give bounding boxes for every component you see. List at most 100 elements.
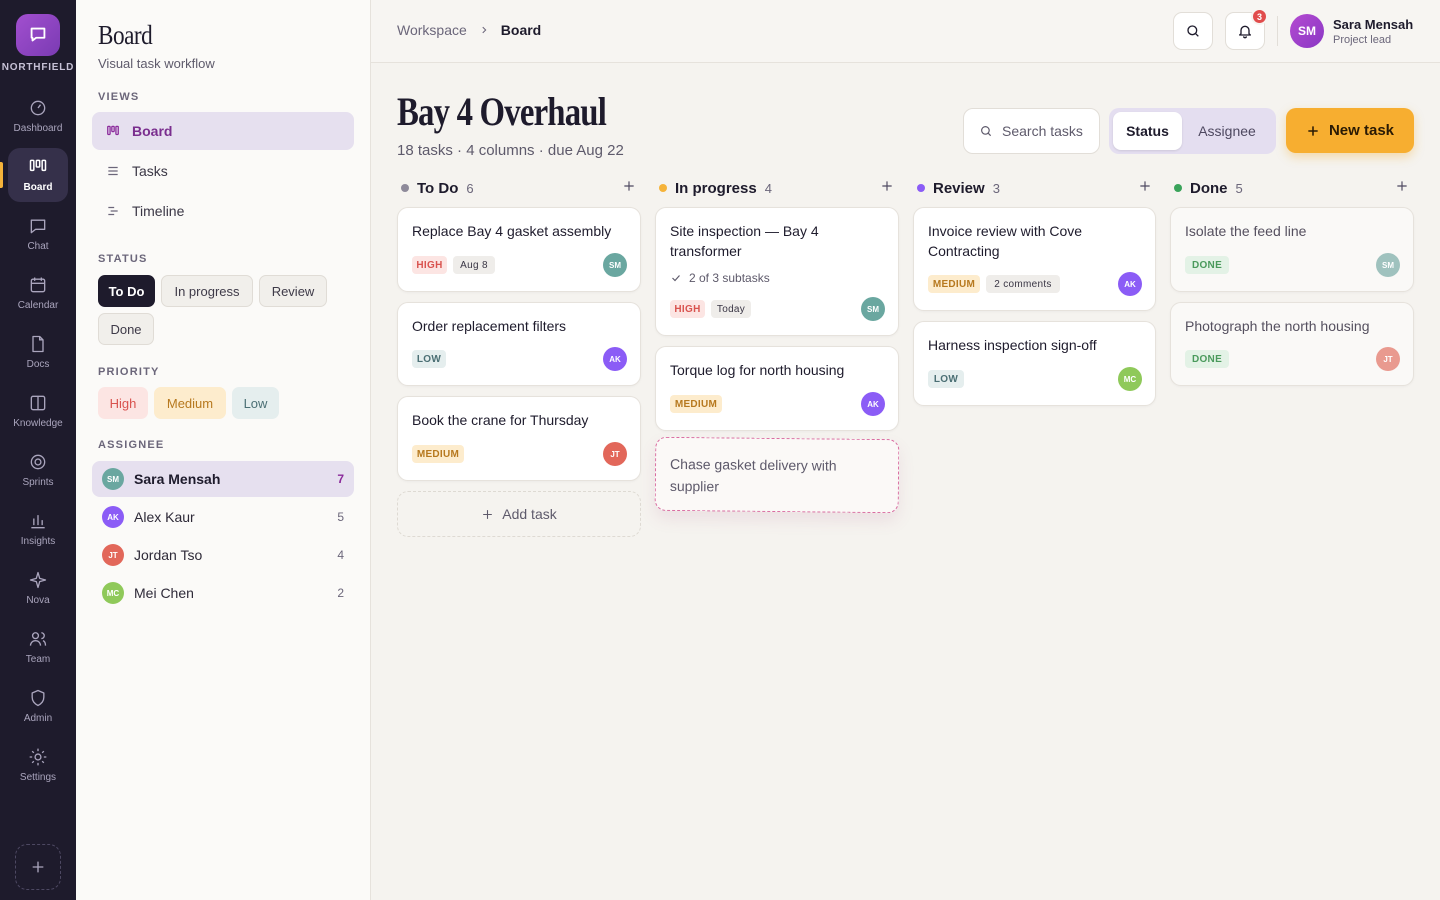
rail-item-chat[interactable]: Chat bbox=[8, 207, 68, 261]
rail-label: Knowledge bbox=[13, 418, 63, 429]
notifications-button[interactable]: 3 bbox=[1225, 8, 1268, 50]
view-item-board[interactable]: Board bbox=[92, 112, 354, 150]
assignee-item-sara[interactable]: SM Sara Mensah 7 bbox=[92, 461, 354, 497]
user-role: Project lead bbox=[1333, 33, 1392, 46]
avatar: AK bbox=[102, 506, 124, 528]
assignee-avatar: SM bbox=[603, 253, 627, 277]
task-title: Harness inspection sign-off bbox=[928, 337, 1097, 353]
user-menu[interactable]: SM Sara Mensah Project lead bbox=[1290, 14, 1413, 48]
add-card-icon[interactable] bbox=[1138, 179, 1152, 193]
rail-item-calendar[interactable]: Calendar bbox=[8, 266, 68, 320]
task-card[interactable]: Book the crane for Thursday MEDIUM JT bbox=[397, 396, 641, 481]
column-header-review: Review 3 bbox=[913, 178, 1156, 198]
avatar: MC bbox=[102, 582, 124, 604]
task-card[interactable]: Replace Bay 4 gasket assembly HIGH Aug 8… bbox=[397, 207, 641, 292]
rail-item-knowledge[interactable]: Knowledge bbox=[8, 384, 68, 438]
status-filter-review[interactable]: Review bbox=[259, 275, 327, 307]
chat-bubble-icon bbox=[30, 27, 46, 42]
rail-label: Admin bbox=[23, 713, 53, 724]
docs-icon bbox=[32, 335, 44, 353]
app-rail: NORTHFIELD Dashboard Board Chat Calendar… bbox=[0, 0, 76, 900]
add-task-button[interactable]: Add task bbox=[397, 491, 641, 537]
rail-item-docs[interactable]: Docs bbox=[8, 325, 68, 379]
assignee-avatar: SM bbox=[861, 297, 885, 321]
assignee-avatar: JT bbox=[1376, 347, 1400, 371]
view-label: Tasks bbox=[132, 163, 168, 179]
column-count: 4 bbox=[764, 180, 772, 196]
status-filter-todo[interactable]: To Do bbox=[98, 275, 155, 307]
column-count: 3 bbox=[992, 180, 1000, 196]
assignee-avatar: AK bbox=[861, 392, 885, 416]
task-card[interactable]: Torque log for north housing MEDIUM AK bbox=[655, 346, 899, 431]
group-by-status[interactable]: Status bbox=[1113, 112, 1182, 150]
subtask-text: 2 of 3 subtasks bbox=[689, 271, 770, 285]
column-header-done: Done 5 bbox=[1170, 178, 1413, 198]
status-dot bbox=[1174, 184, 1182, 192]
rail-label: Nova bbox=[26, 595, 50, 606]
task-title: Site inspection — Bay 4 transformer bbox=[670, 223, 819, 259]
rail-item-dashboard[interactable]: Dashboard bbox=[8, 89, 68, 143]
search-icon bbox=[1187, 25, 1199, 37]
search-placeholder: Search tasks bbox=[1002, 123, 1083, 139]
status-dot bbox=[659, 184, 667, 192]
add-card-icon[interactable] bbox=[880, 179, 894, 193]
assignee-avatar: SM bbox=[1376, 253, 1400, 277]
assignee-name: Jordan Tso bbox=[134, 547, 203, 563]
assignee-count: 4 bbox=[337, 548, 344, 562]
assignee-avatar: MC bbox=[1118, 367, 1142, 391]
view-item-timeline[interactable]: Timeline bbox=[92, 192, 354, 230]
task-card[interactable]: Isolate the feed line DONE SM bbox=[1170, 207, 1414, 292]
new-task-button[interactable]: New task bbox=[1286, 108, 1414, 153]
task-card[interactable]: Harness inspection sign-off LOW MC bbox=[913, 321, 1156, 406]
assignee-avatar: JT bbox=[603, 442, 627, 466]
assignee-item-alex[interactable]: AK Alex Kaur 5 bbox=[92, 499, 354, 535]
priority-filter-low[interactable]: Low bbox=[232, 387, 279, 419]
gear-icon bbox=[29, 748, 47, 766]
status-filter-done[interactable]: Done bbox=[98, 313, 154, 345]
assignee-avatar: AK bbox=[603, 347, 627, 371]
rail-item-insights[interactable]: Insights bbox=[8, 502, 68, 556]
task-card[interactable]: Site inspection — Bay 4 transformer 2 of… bbox=[655, 207, 899, 336]
task-card[interactable]: Invoice review with Cove Contracting MED… bbox=[913, 207, 1156, 311]
task-title: Torque log for north housing bbox=[670, 362, 845, 378]
task-card[interactable]: Order replacement filters LOW AK bbox=[397, 302, 641, 386]
task-title: Book the crane for Thursday bbox=[412, 412, 589, 428]
priority-filter-medium[interactable]: Medium bbox=[154, 387, 226, 419]
insights-icon bbox=[31, 515, 45, 529]
add-task-label: Add task bbox=[502, 506, 557, 522]
breadcrumb-workspace[interactable]: Workspace bbox=[397, 22, 467, 38]
assignee-item-jordan[interactable]: JT Jordan Tso 4 bbox=[92, 537, 354, 573]
status-filter-in-progress[interactable]: In progress bbox=[161, 275, 253, 307]
assignee-name: Sara Mensah bbox=[134, 471, 221, 487]
breadcrumb: Workspace Board bbox=[397, 22, 541, 38]
assignee-item-mei[interactable]: MC Mei Chen 2 bbox=[92, 575, 354, 611]
due-date-tag: Aug 8 bbox=[453, 256, 495, 274]
timeline-icon bbox=[106, 204, 120, 218]
rail-label: Settings bbox=[19, 772, 57, 783]
sparkle-icon bbox=[29, 571, 47, 589]
sidebar-subtitle: Visual task workflow bbox=[98, 56, 215, 71]
task-title: Photograph the north housing bbox=[1185, 318, 1370, 334]
search-button[interactable] bbox=[1173, 12, 1213, 50]
rail-add-button[interactable] bbox=[15, 844, 61, 890]
dragging-task-card[interactable]: Chase gasket delivery with supplier bbox=[654, 436, 900, 514]
rail-item-board[interactable]: Board bbox=[8, 148, 68, 202]
avatar: JT bbox=[102, 544, 124, 566]
add-card-icon[interactable] bbox=[622, 179, 636, 193]
comments-tag: 2 comments bbox=[986, 275, 1060, 293]
rail-item-admin[interactable]: Admin bbox=[8, 679, 68, 733]
add-card-icon[interactable] bbox=[1395, 179, 1409, 193]
rail-item-sprints[interactable]: Sprints bbox=[8, 443, 68, 497]
group-by-assignee[interactable]: Assignee bbox=[1182, 112, 1272, 150]
rail-item-nova[interactable]: Nova bbox=[8, 561, 68, 615]
calendar-icon bbox=[30, 277, 46, 293]
priority-filter-high[interactable]: High bbox=[98, 387, 148, 419]
view-item-tasks[interactable]: Tasks bbox=[92, 152, 354, 190]
rail-item-settings[interactable]: Settings bbox=[8, 738, 68, 792]
assignee-avatar: AK bbox=[1118, 272, 1142, 296]
rail-item-team[interactable]: Team bbox=[8, 620, 68, 674]
rail-label: Dashboard bbox=[13, 123, 63, 134]
task-card[interactable]: Photograph the north housing DONE JT bbox=[1170, 302, 1414, 386]
task-search-input[interactable]: Search tasks bbox=[963, 108, 1100, 154]
app-logo[interactable] bbox=[16, 14, 60, 56]
